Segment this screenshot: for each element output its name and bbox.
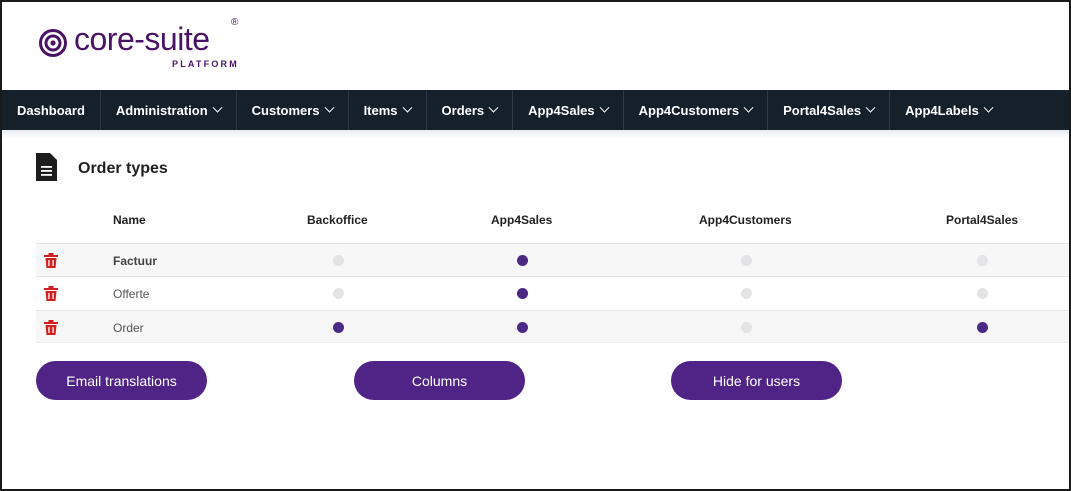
brand-tagline: PLATFORM — [172, 59, 239, 69]
column-header-app4sales[interactable]: App4Sales — [491, 213, 552, 227]
registered-mark: ® — [231, 17, 239, 28]
toggle-app4customers[interactable] — [741, 322, 752, 333]
chevron-down-icon — [402, 102, 412, 113]
toggle-portal4sales[interactable] — [977, 255, 988, 266]
nav-label: Portal4Sales — [783, 102, 862, 118]
toggle-backoffice[interactable] — [333, 322, 344, 333]
trash-icon[interactable] — [44, 320, 58, 335]
trash-icon[interactable] — [44, 253, 58, 268]
nav-item-app4customers[interactable]: App4Customers — [624, 90, 769, 130]
nav-label: App4Sales — [528, 102, 595, 118]
brand-name: core-suite — [74, 21, 210, 57]
chevron-down-icon — [599, 102, 610, 113]
column-header-app4customers[interactable]: App4Customers — [699, 213, 792, 227]
toggle-app4sales[interactable] — [517, 322, 528, 333]
column-header-backoffice[interactable]: Backoffice — [307, 213, 368, 227]
chevron-down-icon — [865, 102, 876, 113]
column-header-name[interactable]: Name — [113, 213, 146, 227]
nav-label: Administration — [115, 102, 208, 118]
toggle-app4sales[interactable] — [517, 288, 528, 299]
order-type-name: Offerte — [113, 287, 150, 301]
toggle-app4customers[interactable] — [741, 288, 752, 299]
toggle-app4sales[interactable] — [517, 255, 528, 266]
toggle-portal4sales[interactable] — [977, 322, 988, 333]
trash-icon[interactable] — [44, 286, 58, 301]
nav-shadow — [2, 130, 1069, 138]
chevron-down-icon — [212, 102, 223, 113]
document-icon — [36, 153, 57, 181]
nav-label: App4Customers — [638, 102, 740, 118]
nav-item-orders[interactable]: Orders — [427, 90, 514, 130]
nav-item-portal4sales[interactable]: Portal4Sales — [768, 90, 891, 130]
page-title: Order types — [78, 160, 168, 177]
nav-label: Customers — [251, 102, 320, 118]
order-type-name: Factuur — [113, 254, 158, 268]
nav-label: App4Labels — [905, 102, 979, 118]
chevron-down-icon — [743, 102, 754, 113]
table-row: Offerte — [36, 276, 1069, 309]
toggle-portal4sales[interactable] — [977, 288, 988, 299]
nav-item-app4sales[interactable]: App4Sales — [513, 90, 624, 130]
chevron-down-icon — [324, 102, 335, 113]
table-row: Factuur — [36, 243, 1069, 276]
hide-for-users-button[interactable]: Hide for users — [671, 361, 842, 400]
nav-item-app4labels[interactable]: App4Labels — [890, 90, 1007, 130]
email-translations-button[interactable]: Email translations — [36, 361, 207, 400]
target-logo-icon — [39, 29, 67, 57]
column-header-portal4sales[interactable]: Portal4Sales — [946, 213, 1018, 227]
nav-label: Orders — [441, 102, 485, 118]
nav-label: Dashboard — [17, 102, 85, 118]
columns-button[interactable]: Columns — [354, 361, 525, 400]
toggle-backoffice[interactable] — [333, 255, 344, 266]
chevron-down-icon — [488, 102, 499, 113]
nav-label: Items — [363, 102, 398, 118]
nav-item-items[interactable]: Items — [349, 90, 427, 130]
table-row: Order — [36, 310, 1069, 343]
chevron-down-icon — [983, 102, 994, 113]
toggle-app4customers[interactable] — [741, 255, 752, 266]
order-type-name: Order — [113, 321, 144, 335]
toggle-backoffice[interactable] — [333, 288, 344, 299]
nav-item-dashboard[interactable]: Dashboard — [2, 90, 101, 130]
nav-item-administration[interactable]: Administration — [101, 90, 237, 130]
main-navigation: Dashboard Administration Customers Items… — [2, 90, 1069, 130]
nav-item-customers[interactable]: Customers — [237, 90, 349, 130]
